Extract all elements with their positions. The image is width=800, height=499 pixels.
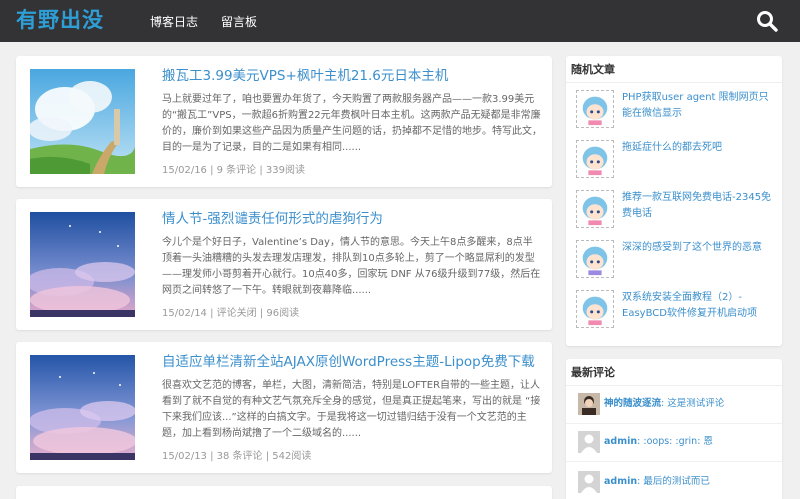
random-article-title: PHP获取user agent 限制网页只能在微信显示: [622, 92, 769, 119]
latest-comments-widget: 最新评论 神的随波逐流: 这是测试评论 admin: :oops: :grin:…: [566, 359, 782, 499]
anime-avatar-icon: [576, 240, 614, 278]
post-meta: 15/02/16 | 9 条评论 | 339阅读: [162, 165, 305, 176]
widget-title: 随机文章: [571, 63, 615, 76]
post-title[interactable]: 自适应单栏清新全站AJAX原创WordPress主题-Lipop免费下载: [162, 352, 535, 372]
site-logo[interactable]: 有野出没: [16, 5, 104, 35]
anime-avatar-icon: [576, 290, 614, 328]
default-avatar-icon: [578, 471, 600, 493]
comment-author[interactable]: 神的随波逐流: [604, 398, 661, 409]
comment-item[interactable]: admin: :oops: :grin: 恩: [578, 431, 778, 455]
random-article-item[interactable]: PHP获取user agent 限制网页只能在微信显示: [576, 90, 776, 128]
anime-avatar-icon: [576, 90, 614, 128]
divider: [566, 423, 782, 424]
post-thumbnail[interactable]: [30, 355, 135, 460]
comment-text: :oops: :grin: 恩: [643, 436, 713, 447]
default-avatar-icon: [578, 431, 600, 453]
comment-text: 这是测试评论: [667, 398, 725, 409]
divider: [566, 82, 782, 83]
post-title[interactable]: 情人节-强烈谴责任何形式的虐狗行为: [162, 209, 383, 229]
search-icon[interactable]: [756, 10, 778, 32]
comment-author[interactable]: admin: [604, 436, 637, 447]
random-article-item[interactable]: 拖延症什么的都去死吧: [576, 140, 776, 178]
comment-item[interactable]: admin: 最后的测试而已: [578, 471, 778, 495]
post-meta: 15/02/14 | 评论关闭 | 96阅读: [162, 308, 300, 319]
random-article-title: 双系统安装全面教程（2）- EasyBCD软件修复开机启动项: [622, 292, 757, 319]
random-article-title: 深深的感受到了这个世界的恶意: [622, 242, 762, 253]
random-article-title: 推荐一款互联网免费电话-2345免费电话: [622, 192, 772, 219]
comment-item[interactable]: 神的随波逐流: 这是测试评论: [578, 393, 778, 417]
divider: [566, 385, 782, 386]
random-article-item[interactable]: 双系统安装全面教程（2）- EasyBCD软件修复开机启动项: [576, 290, 776, 328]
post-card: 自适应单栏清新全站AJAX原创WordPress主题-Lipop免费下载 很喜欢…: [16, 342, 552, 473]
anime-avatar-icon: [576, 190, 614, 228]
random-articles-widget: 随机文章 PHP获取user agent 限制网页只能在微信显示 拖延症什么的都…: [566, 56, 782, 346]
random-article-title: 拖延症什么的都去死吧: [622, 142, 722, 153]
divider: [566, 461, 782, 462]
post-thumbnail[interactable]: [30, 212, 135, 317]
post-excerpt: 马上就要过年了，咱也要置办年货了，今天购置了两款服务器产品——一款3.99美元的…: [162, 94, 542, 153]
nav-item-guestbook[interactable]: 留言板: [221, 13, 257, 31]
comment-text: 最后的测试而已: [643, 476, 710, 487]
nav-item-blog[interactable]: 博客日志: [150, 13, 198, 31]
post-title[interactable]: 搬瓦工3.99美元VPS+枫叶主机21.6元日本主机: [162, 66, 448, 86]
post-card: [16, 486, 552, 499]
comment-author[interactable]: admin: [604, 476, 637, 487]
random-article-item[interactable]: 推荐一款互联网免费电话-2345免费电话: [576, 190, 776, 228]
post-excerpt: 今儿个是个好日子，Valentine’s Day，情人节的意思。今天上午8点多醒…: [162, 237, 541, 296]
random-article-item[interactable]: 深深的感受到了这个世界的恶意: [576, 240, 776, 278]
post-card: 情人节-强烈谴责任何形式的虐狗行为 今儿个是个好日子，Valentine’s D…: [16, 199, 552, 330]
post-card: 搬瓦工3.99美元VPS+枫叶主机21.6元日本主机 马上就要过年了，咱也要置办…: [16, 56, 552, 187]
post-thumbnail[interactable]: [30, 69, 135, 174]
top-bar: 有野出没 博客日志 留言板: [0, 0, 800, 42]
post-meta: 15/02/13 | 38 条评论 | 542阅读: [162, 451, 312, 462]
anime-avatar-icon: [576, 140, 614, 178]
avatar: [578, 393, 600, 415]
widget-title: 最新评论: [571, 366, 615, 379]
post-excerpt: 很喜欢文艺范的博客，单栏，大图，清新简洁，特别是LOFTER自带的一些主题，让人…: [162, 380, 541, 439]
